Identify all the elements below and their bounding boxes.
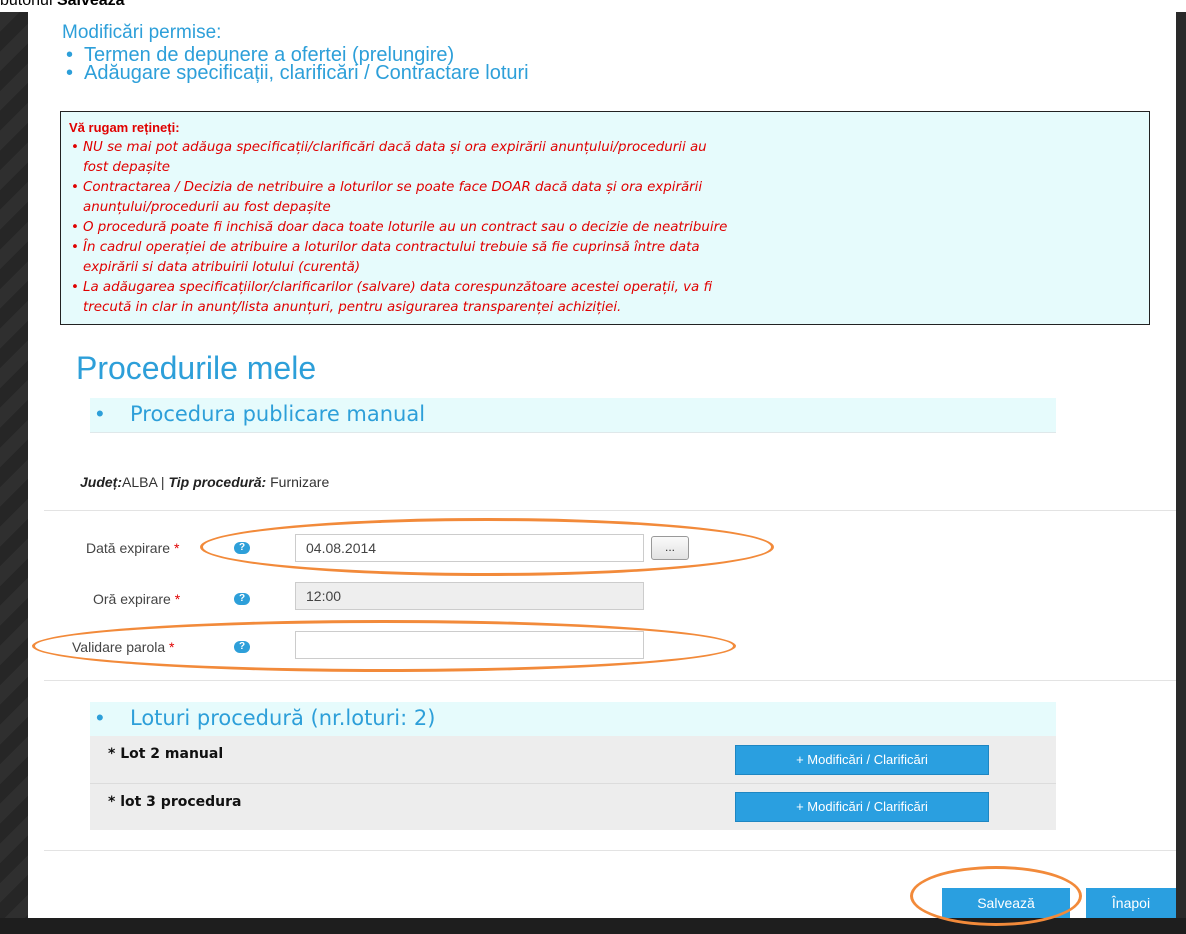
lot-name: * lot 3 procedura	[108, 794, 242, 810]
notice-item: La adăugarea specificațiilor/clarificari…	[69, 278, 1145, 318]
help-icon[interactable]: ?	[234, 593, 250, 605]
permitted-item: Adăugare specificații, clarificări / Con…	[62, 63, 529, 83]
highlight-password	[32, 620, 736, 672]
page-title: Procedurile mele	[76, 350, 317, 386]
notice-box: Vă rugam rețineți: NU se mai pot adăuga …	[60, 111, 1150, 325]
expiry-date-label: Dată expirare *	[86, 540, 179, 556]
footer-divider	[44, 850, 1176, 851]
required-mark: *	[173, 540, 180, 556]
county-value: ALBA	[122, 474, 158, 490]
lots-list: * Lot 2 manual + Modificări / Clarificăr…	[90, 736, 1056, 830]
notice-list: NU se mai pot adăuga specificații/clarif…	[69, 138, 1145, 318]
notice-line: fost depașite	[83, 160, 171, 175]
notice-item: O procedură poate fi inchisă doar daca t…	[69, 218, 1145, 238]
notice-item: În cadrul operației de atribuire a lotur…	[69, 238, 1145, 278]
lot-name: * Lot 2 manual	[108, 746, 224, 762]
notice-line: trecută in clar in anunț/lista anunțuri,…	[83, 300, 622, 315]
meta-separator: |	[160, 474, 165, 490]
expiry-date-label-text: Dată expirare	[86, 540, 171, 556]
form-divider-bottom	[44, 680, 1176, 681]
lots-section-header: • Loturi procedură (nr.loturi: 2)	[90, 702, 1056, 737]
lot-row: * lot 3 procedura + Modificări / Clarifi…	[90, 783, 1056, 831]
notice-line: expirării si data atribuirii lotului (cu…	[83, 260, 361, 275]
top-caption: butonul Salvează	[0, 0, 125, 12]
modal-backdrop-right	[1176, 12, 1186, 934]
notice-line: anunțului/procedurii au fost depașite	[83, 200, 331, 215]
lot-modifications-button[interactable]: + Modificări / Clarificări	[735, 792, 989, 822]
notice-title: Vă rugam rețineți:	[69, 120, 180, 135]
procedure-meta: Județ:ALBA | Tip procedură: Furnizare	[80, 474, 329, 490]
notice-line: Contractarea / Decizia de netribuire a l…	[83, 180, 703, 195]
section-bullet: •	[96, 401, 104, 426]
expiry-time-label-text: Oră expirare	[93, 591, 171, 607]
notice-item: NU se mai pot adăuga specificații/clarif…	[69, 138, 1145, 178]
county-label: Județ:	[80, 474, 122, 490]
lots-section-title: Loturi procedură (nr.loturi: 2)	[130, 706, 436, 730]
caption-prefix: butonul	[0, 0, 57, 9]
highlight-save-button	[910, 866, 1082, 926]
highlight-expiry-date	[200, 518, 774, 576]
notice-line: NU se mai pot adăuga specificații/clarif…	[83, 140, 707, 155]
procedure-section-title: Procedura publicare manual	[130, 402, 426, 426]
notice-item: Contractarea / Decizia de netribuire a l…	[69, 178, 1145, 218]
section-bullet: •	[96, 705, 104, 730]
form-divider-top	[44, 510, 1176, 511]
lot-modifications-button[interactable]: + Modificări / Clarificări	[735, 745, 989, 775]
expiry-time-input: 12:00	[295, 582, 644, 610]
type-value: Furnizare	[270, 474, 330, 490]
lot-row: * Lot 2 manual + Modificări / Clarificăr…	[90, 736, 1056, 783]
permitted-title: Modificări permise:	[62, 22, 222, 43]
required-mark: *	[174, 591, 181, 607]
modal-backdrop-left	[0, 12, 28, 934]
caption-bold: Salvează	[56, 0, 125, 9]
expiry-time-label: Oră expirare *	[93, 591, 180, 607]
notice-line: În cadrul operației de atribuire a lotur…	[83, 240, 700, 255]
permitted-list: Termen de depunere a ofertei (prelungire…	[62, 45, 529, 83]
notice-line: La adăugarea specificațiilor/clarificari…	[83, 280, 713, 295]
back-button[interactable]: Înapoi	[1086, 888, 1176, 918]
procedure-section-header: • Procedura publicare manual	[90, 398, 1056, 433]
type-label: Tip procedură:	[168, 474, 267, 490]
